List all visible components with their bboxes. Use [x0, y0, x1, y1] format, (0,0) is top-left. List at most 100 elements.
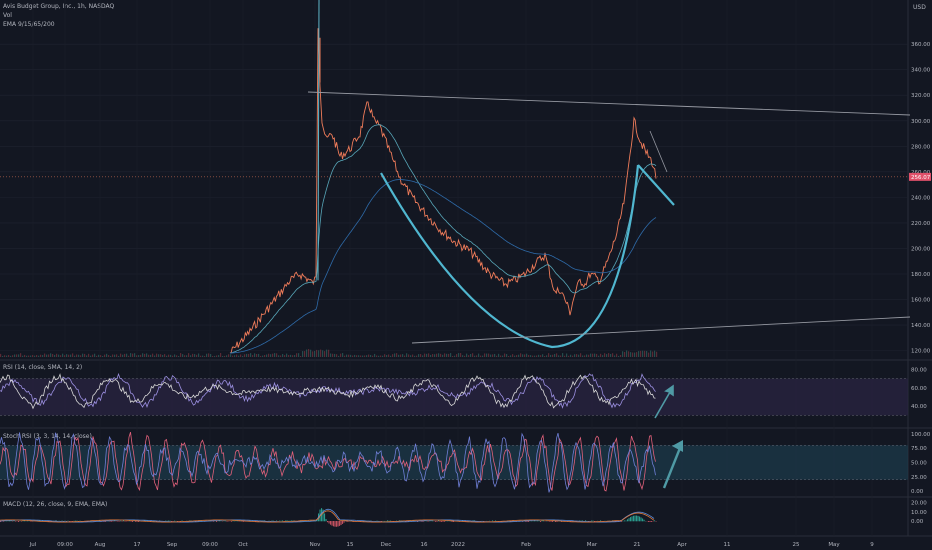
- macd-histogram-bar: [643, 519, 645, 522]
- cup-curve: [380, 164, 640, 349]
- macd-histogram-bar: [543, 520, 545, 522]
- time-tick-label: Oct: [238, 542, 248, 548]
- price-tick-label: 140.00: [911, 323, 931, 329]
- volume-bar: [174, 354, 176, 357]
- macd-histogram-bar: [271, 520, 273, 522]
- time-tick-label: 21: [634, 542, 641, 548]
- price-tick-label: 240.00: [911, 195, 931, 201]
- macd-histogram-bar: [538, 520, 540, 522]
- volume-bar: [392, 354, 394, 357]
- volume-bar: [110, 355, 112, 357]
- macd-histogram-bar: [636, 515, 638, 522]
- volume-bar: [492, 354, 494, 357]
- volume-bar: [136, 355, 138, 357]
- volume-bar: [330, 353, 332, 357]
- volume-bar: [646, 350, 648, 357]
- volume-bar: [372, 355, 374, 357]
- macd-histogram-bar: [276, 520, 278, 522]
- volume-bar: [366, 355, 368, 357]
- macd-histogram-bar: [427, 521, 429, 522]
- price-tick-label: 280.00: [911, 144, 931, 150]
- macd-histogram-bar: [324, 513, 326, 522]
- volume-bar: [654, 350, 656, 357]
- volume-bar: [128, 355, 130, 357]
- volume-bar: [624, 351, 626, 357]
- volume-bar: [394, 353, 396, 357]
- macd-histogram-bar: [637, 515, 639, 522]
- volume-bar: [526, 353, 528, 357]
- volume-bar: [540, 355, 542, 357]
- volume-bar: [224, 355, 226, 357]
- price-chart[interactable]: RSI (14, close, SMA, 14, 2) Stoch RSI (3…: [0, 0, 932, 550]
- volume-bar: [264, 355, 266, 357]
- time-tick-label: Feb: [521, 542, 531, 548]
- volume-bar: [278, 355, 280, 357]
- volume-bar: [572, 355, 574, 357]
- volume-bar: [178, 355, 180, 357]
- volume-bar: [374, 353, 376, 357]
- volume-bar: [508, 355, 510, 357]
- volume-bar: [612, 353, 614, 357]
- volume-bar: [420, 354, 422, 357]
- volume-bar: [206, 353, 208, 357]
- volume-bar: [28, 355, 30, 357]
- volume-bar: [412, 354, 414, 357]
- volume-bar: [80, 355, 82, 357]
- volume-bar: [352, 355, 354, 357]
- volume-bar: [448, 353, 450, 357]
- macd-histogram-bar: [331, 521, 333, 526]
- volume-bar: [652, 351, 654, 357]
- macd-title: MACD (12, 26, close, 9, EMA, EMA): [3, 501, 107, 508]
- price-tick-label: 220.00: [911, 221, 931, 227]
- oscillator-tick-label: 40.00: [911, 404, 927, 410]
- volume-bar: [434, 354, 436, 357]
- volume-bar: [544, 355, 546, 357]
- volume-bar: [300, 355, 302, 357]
- volume-bar: [550, 354, 552, 357]
- macd-histogram-bar: [226, 521, 228, 522]
- macd-histogram-bar: [376, 520, 378, 522]
- macd-histogram-bar: [330, 521, 332, 525]
- macd-histogram-bar: [169, 520, 171, 522]
- oscillator-tick-label: 75.00: [911, 446, 927, 452]
- time-tick-label: Jul: [29, 542, 37, 548]
- time-tick-label: 09:00: [57, 542, 73, 548]
- volume-bar: [604, 353, 606, 357]
- volume-bar: [188, 353, 190, 357]
- volume-bar: [190, 355, 192, 357]
- volume-bar: [578, 354, 580, 357]
- volume-bar: [436, 353, 438, 357]
- volume-bar: [558, 355, 560, 357]
- volume-bar: [118, 355, 120, 357]
- volume-bar: [406, 353, 408, 357]
- volume-bar: [2, 355, 4, 357]
- macd-histogram-bar: [111, 521, 113, 522]
- rsi-pane: RSI (14, close, SMA, 14, 2): [0, 364, 908, 419]
- volume-bar: [202, 355, 204, 357]
- volume-bar: [418, 354, 420, 357]
- volume-bar: [456, 354, 458, 357]
- volume-bar: [476, 355, 478, 357]
- volume-bar: [196, 354, 198, 357]
- macd-histogram-bar: [168, 520, 170, 522]
- macd-histogram-bar: [528, 521, 530, 522]
- volume-bar: [0, 353, 2, 357]
- rsi-title: RSI (14, close, SMA, 14, 2): [3, 364, 82, 371]
- macd-histogram-bar: [654, 520, 656, 522]
- volume-bar: [512, 354, 514, 357]
- volume-bar: [214, 355, 216, 357]
- volume-bar: [212, 355, 214, 357]
- volume-bar: [304, 351, 306, 357]
- volume-bar: [598, 355, 600, 357]
- time-tick-label: Sep: [167, 542, 178, 548]
- macd-histogram-bar: [492, 520, 494, 522]
- macd-histogram-bar: [279, 520, 281, 522]
- volume-bar: [590, 353, 592, 357]
- volume-bar: [524, 354, 526, 357]
- oscillator-band: [0, 378, 908, 416]
- volume-bar: [58, 354, 60, 357]
- volume-bar: [608, 353, 610, 357]
- volume-bar: [140, 354, 142, 357]
- macd-histogram-bar: [550, 521, 552, 522]
- macd-histogram-bar: [537, 520, 539, 522]
